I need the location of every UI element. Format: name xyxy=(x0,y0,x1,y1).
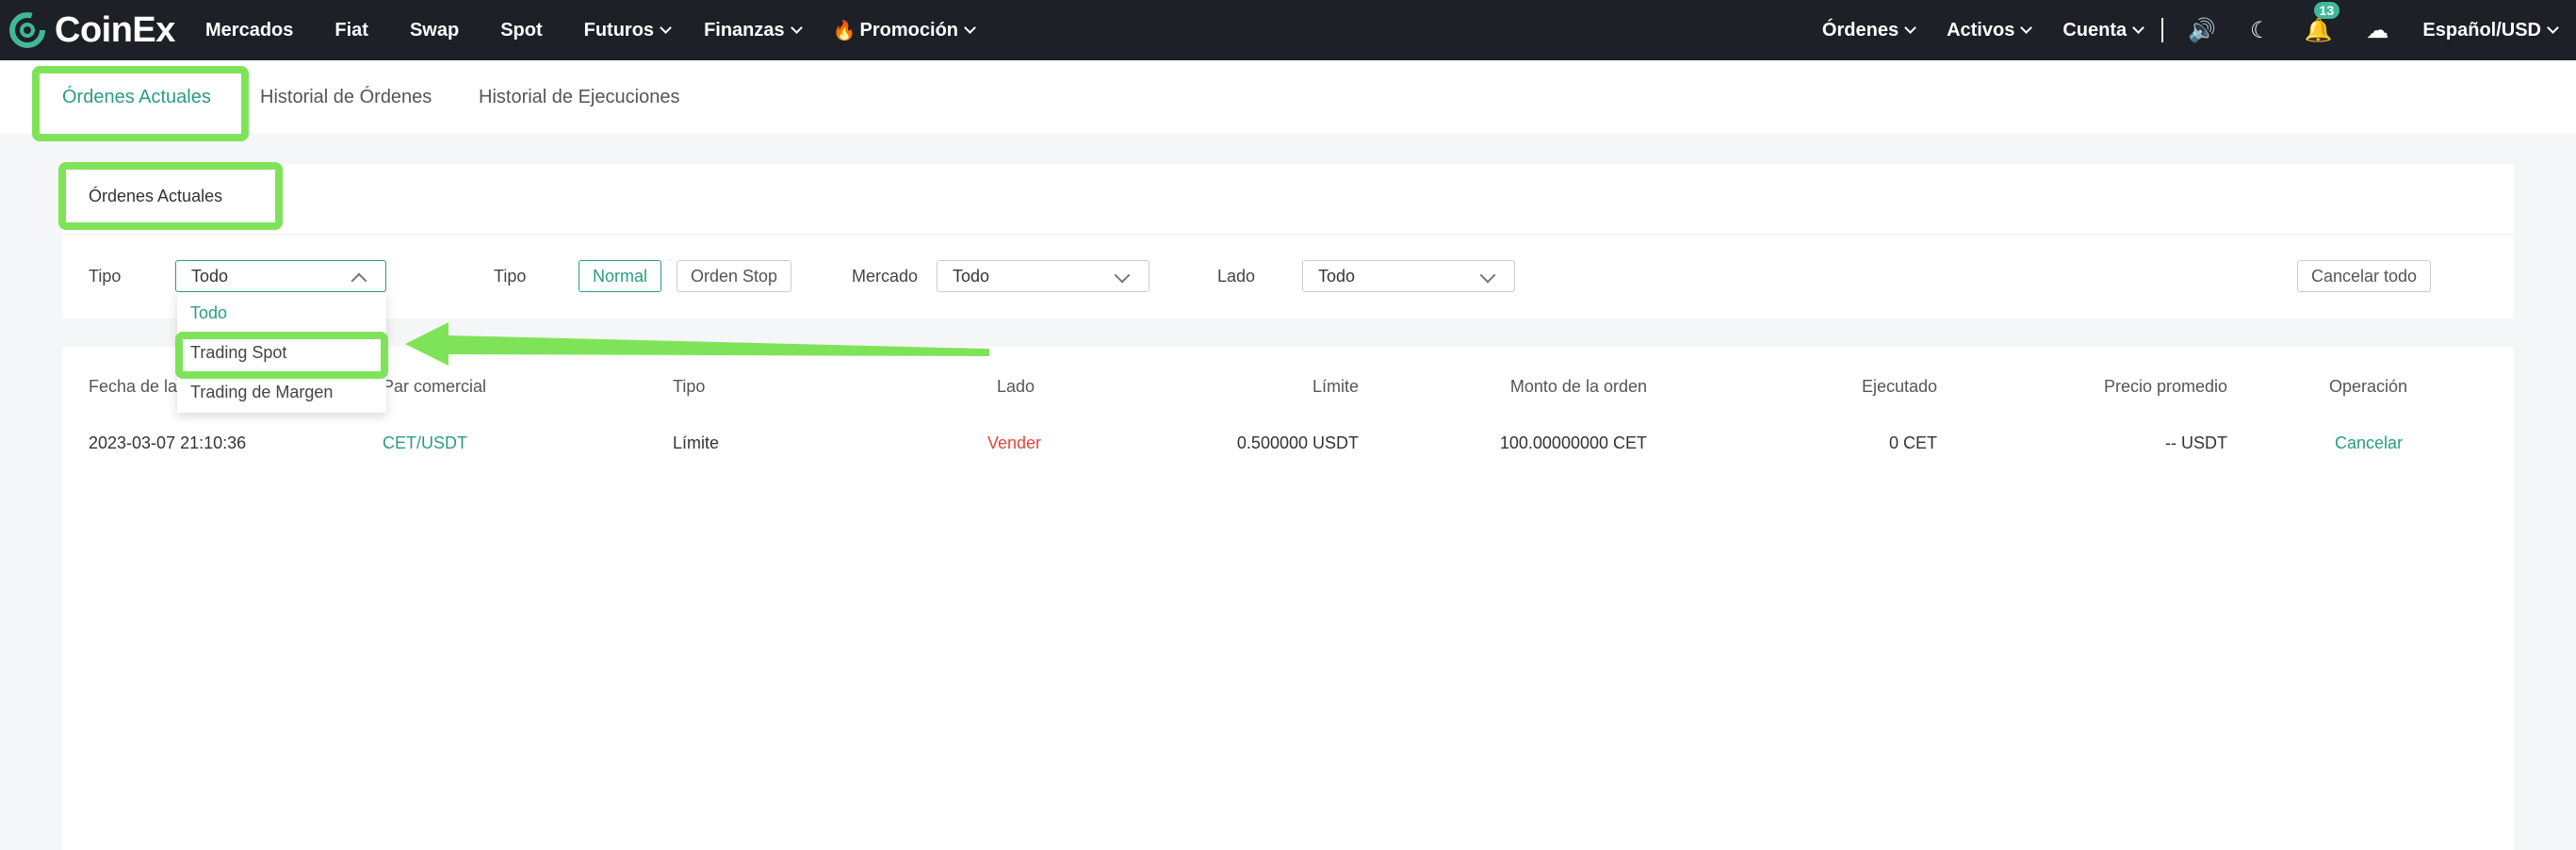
cell-monto: 100.00000000 CET xyxy=(1499,433,1647,452)
col-header-fecha: Fecha de la xyxy=(89,377,178,396)
language-label: Español/USD xyxy=(2422,19,2541,41)
highlight-section-title xyxy=(58,162,283,230)
type-select-value: Todo xyxy=(191,267,229,286)
chevron-down-icon xyxy=(2020,21,2033,34)
market-select[interactable]: Todo xyxy=(937,260,1149,292)
type-label: Tipo xyxy=(89,267,122,286)
notification-badge: 13 xyxy=(2313,1,2340,19)
nav-promocion[interactable]: 🔥 Promoción xyxy=(832,19,976,42)
chevron-down-icon xyxy=(1904,21,1916,34)
nav-ordenes[interactable]: Órdenes xyxy=(1821,19,1916,41)
col-header-par: Par comercial xyxy=(383,377,487,396)
order-tabs: Órdenes Actuales Historial de Órdenes Hi… xyxy=(0,60,2576,134)
nav-finanzas[interactable]: Finanzas xyxy=(704,19,803,41)
side-select[interactable]: Todo xyxy=(1302,260,1515,292)
nav-futuros-label: Futuros xyxy=(583,19,655,41)
fire-icon: 🔥 xyxy=(832,20,856,41)
stop-order-button[interactable]: Orden Stop xyxy=(677,260,792,292)
coinex-logo-icon xyxy=(9,12,45,48)
cell-precio: -- USDT xyxy=(2165,433,2227,452)
chevron-down-icon xyxy=(790,21,803,34)
market-label: Mercado xyxy=(852,267,919,286)
chevron-down-icon xyxy=(1479,267,1496,284)
brand-name: CoinEx xyxy=(55,9,175,50)
chevron-down-icon xyxy=(2132,21,2144,34)
nav-swap[interactable]: Swap xyxy=(410,20,459,41)
filter-card: Órdenes Actuales xyxy=(62,164,2514,319)
nav-cuenta[interactable]: Cuenta xyxy=(2062,19,2144,41)
coinex-logo[interactable]: CoinEx xyxy=(8,8,175,53)
download-cloud-icon[interactable]: ☁ xyxy=(2366,17,2389,44)
cell-ejecutado: 0 CET xyxy=(1888,433,1937,452)
nav-spot[interactable]: Spot xyxy=(500,20,542,41)
col-header-tipo: Tipo xyxy=(673,377,706,396)
nav-fiat[interactable]: Fiat xyxy=(334,20,368,41)
col-header-lado: Lado xyxy=(997,377,1035,396)
col-header-limite: Límite xyxy=(1312,377,1359,396)
bell-icon[interactable]: 🔔 13 xyxy=(2305,1,2340,44)
nav-mercados[interactable]: Mercados xyxy=(205,20,293,41)
language-currency-selector[interactable]: Español/USD xyxy=(2422,19,2559,41)
top-nav: CoinEx Mercados Fiat Swap Spot Futuros F… xyxy=(0,0,2576,60)
cancel-all-button[interactable]: Cancelar todo xyxy=(2297,260,2432,292)
nav-divider xyxy=(2161,18,2164,42)
chevron-down-icon xyxy=(660,21,672,34)
type-select[interactable]: Todo xyxy=(175,260,386,292)
nav-ordenes-label: Órdenes xyxy=(1821,19,1899,41)
chevron-down-icon xyxy=(1114,267,1131,284)
cell-limite: 0.500000 USDT xyxy=(1236,433,1359,452)
cell-lado: Vender xyxy=(987,433,1042,452)
market-select-value: Todo xyxy=(953,267,990,286)
nav-cuenta-label: Cuenta xyxy=(2062,19,2128,41)
highlight-tab xyxy=(32,66,249,141)
tab-historial-ordenes[interactable]: Historial de Órdenes xyxy=(260,87,432,108)
dropdown-option-todo[interactable]: Todo xyxy=(190,303,227,323)
cell-tipo: Límite xyxy=(673,433,720,452)
col-header-monto: Monto de la orden xyxy=(1509,377,1647,396)
type2-label: Tipo xyxy=(494,267,527,286)
card-divider xyxy=(62,234,2514,235)
chevron-down-icon xyxy=(2547,21,2559,34)
col-header-ejecutado: Ejecutado xyxy=(1861,377,1937,396)
cell-fecha: 2023-03-07 21:10:36 xyxy=(89,433,247,452)
highlight-trading-spot xyxy=(175,332,388,379)
col-header-operacion: Operación xyxy=(2329,377,2408,396)
chevron-up-icon xyxy=(351,272,367,289)
cancel-order-link[interactable]: Cancelar xyxy=(2335,433,2403,453)
nav-activos-label: Activos xyxy=(1947,19,2015,41)
nav-promocion-label: Promoción xyxy=(859,19,958,41)
nav-futuros[interactable]: Futuros xyxy=(583,19,672,41)
cell-par[interactable]: CET/USDT xyxy=(383,433,467,453)
side-label: Lado xyxy=(1217,267,1256,286)
col-header-precio: Precio promedio xyxy=(2103,377,2227,396)
annotation-arrow-icon xyxy=(405,322,989,366)
side-select-value: Todo xyxy=(1318,267,1356,286)
dropdown-option-trading-margen[interactable]: Trading de Margen xyxy=(190,383,333,402)
tab-historial-ejecuciones[interactable]: Historial de Ejecuciones xyxy=(479,87,679,108)
orders-table-card xyxy=(62,347,2514,850)
nav-activos[interactable]: Activos xyxy=(1947,19,2033,41)
chevron-down-icon xyxy=(964,21,976,34)
nav-finanzas-label: Finanzas xyxy=(704,19,785,41)
main-menu: Mercados Fiat Swap Spot Futuros Finanzas… xyxy=(205,0,976,60)
normal-button[interactable]: Normal xyxy=(579,260,662,292)
nav-right: Órdenes Activos Cuenta 🔊 ☾ 🔔 13 ☁ Español… xyxy=(1821,0,2559,60)
moon-icon[interactable]: ☾ xyxy=(2250,17,2271,44)
sound-icon[interactable]: 🔊 xyxy=(2188,17,2216,44)
